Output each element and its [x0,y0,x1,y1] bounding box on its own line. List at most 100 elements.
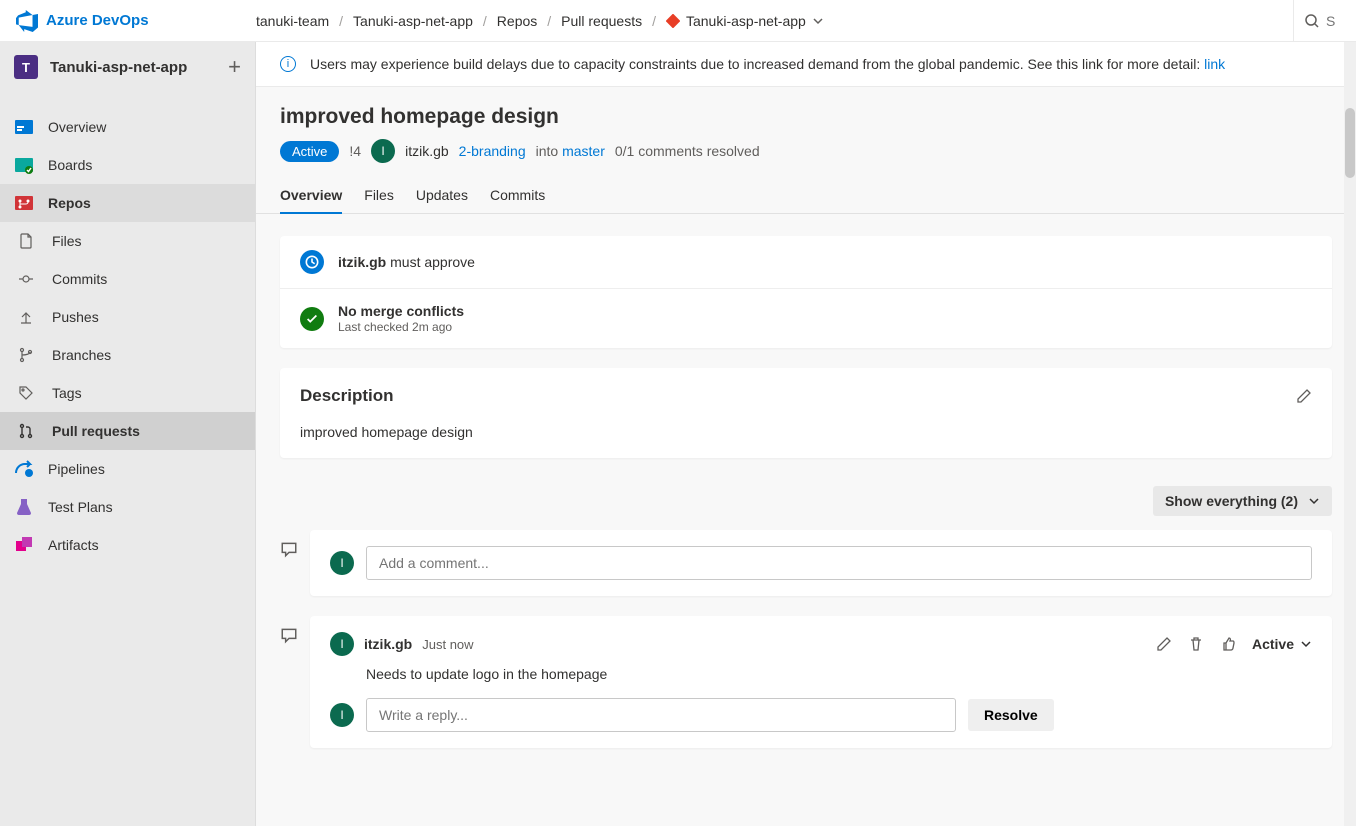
top-bar: Azure DevOps tanuki-team / Tanuki-asp-ne… [0,0,1356,42]
tab-files[interactable]: Files [364,179,394,213]
logo-section[interactable]: Azure DevOps [0,10,256,32]
resolve-button[interactable]: Resolve [968,699,1054,731]
sidebar-item-boards[interactable]: Boards [0,146,255,184]
sidebar-item-artifacts[interactable]: Artifacts [0,526,255,564]
sidebar-item-files[interactable]: Files [0,222,255,260]
comment-body: Needs to update logo in the homepage [366,666,1312,682]
scrollbar[interactable] [1344,42,1356,826]
comment-author-avatar[interactable]: I [330,632,354,656]
pr-author: itzik.gb [405,143,449,159]
comment-actions: Active [1156,636,1312,652]
comment-thread: I itzik.gb Just now Active [280,616,1332,748]
content: itzik.gb must approve No merge conflicts… [256,214,1356,790]
main-content: i Users may experience build delays due … [256,42,1356,826]
branches-icon [16,345,36,365]
filter-dropdown[interactable]: Show everything (2) [1153,486,1332,516]
description-card: Description improved homepage design [280,368,1332,458]
alert-link[interactable]: link [1204,56,1225,72]
status-row-approval: itzik.gb must approve [280,236,1332,288]
edit-description-icon[interactable] [1296,388,1312,404]
status-card: itzik.gb must approve No merge conflicts… [280,236,1332,348]
target-branch-link[interactable]: master [562,143,605,159]
checkmark-icon [300,307,324,331]
info-icon: i [280,56,296,72]
search-top[interactable] [1293,0,1356,41]
tab-overview[interactable]: Overview [280,179,342,213]
edit-comment-icon[interactable] [1156,636,1172,652]
breadcrumb-repos[interactable]: Repos [497,13,537,29]
sidebar-item-repos[interactable]: Repos [0,184,255,222]
alert-text: Users may experience build delays due to… [310,56,1225,72]
overview-icon [14,117,34,137]
repo-selector[interactable]: Tanuki-asp-net-app [666,13,824,29]
pull-request-icon [16,421,36,441]
source-branch-link[interactable]: 2-branding [459,143,526,159]
like-comment-icon[interactable] [1220,636,1236,652]
sidebar: T Tanuki-asp-net-app + Overview Boards R… [0,42,256,826]
comment-card: I itzik.gb Just now Active [310,616,1332,748]
project-row: T Tanuki-asp-net-app + [0,42,255,92]
approval-text: itzik.gb must approve [338,254,475,270]
sidebar-item-pull-requests[interactable]: Pull requests [0,412,255,450]
project-badge: T [14,55,38,79]
sidebar-item-test-plans[interactable]: Test Plans [0,488,255,526]
pr-tabs: Overview Files Updates Commits [256,179,1356,214]
chevron-down-icon [1300,638,1312,650]
breadcrumb-project[interactable]: Tanuki-asp-net-app [353,13,473,29]
status-row-merge: No merge conflicts Last checked 2m ago [280,288,1332,348]
description-heading: Description [300,386,394,406]
alert-banner: i Users may experience build delays due … [256,42,1356,87]
reply-input[interactable] [366,698,956,732]
plus-icon[interactable]: + [228,54,241,80]
product-title: Azure DevOps [46,12,149,29]
artifacts-icon [14,535,34,555]
breadcrumb-pullrequests[interactable]: Pull requests [561,13,642,29]
pr-header: improved homepage design Active !4 I itz… [256,87,1356,163]
sidebar-item-overview[interactable]: Overview [0,108,255,146]
comment-author: itzik.gb [364,636,412,652]
comment-time: Just now [422,637,473,652]
repo-diamond-icon [666,14,680,28]
search-input[interactable] [1326,13,1346,29]
pr-meta: Active !4 I itzik.gb 2-branding into mas… [280,139,1332,163]
project-switcher[interactable]: T Tanuki-asp-net-app [14,55,187,79]
filter-row: Show everything (2) [280,486,1332,516]
sidebar-item-pipelines[interactable]: Pipelines [0,450,255,488]
azure-devops-logo-icon [16,10,38,32]
pipelines-icon [14,459,34,479]
merge-status-title: No merge conflicts [338,303,464,319]
project-name: Tanuki-asp-net-app [50,59,187,76]
add-comment-input[interactable] [366,546,1312,580]
chevron-down-icon [1308,495,1320,507]
pr-id: !4 [349,143,361,159]
test-plans-icon [14,497,34,517]
author-avatar[interactable]: I [371,139,395,163]
into-text: into master [536,143,605,159]
files-icon [16,231,36,251]
delete-comment-icon[interactable] [1188,636,1204,652]
description-body: improved homepage design [300,424,1312,440]
merge-status-sub: Last checked 2m ago [338,320,464,334]
clock-icon [300,250,324,274]
commits-icon [16,269,36,289]
comments-resolved: 0/1 comments resolved [615,143,760,159]
tab-updates[interactable]: Updates [416,179,468,213]
sidebar-item-commits[interactable]: Commits [0,260,255,298]
repos-icon [14,193,34,213]
sidebar-item-pushes[interactable]: Pushes [0,298,255,336]
chevron-down-icon [812,15,824,27]
pushes-icon [16,307,36,327]
sidebar-item-tags[interactable]: Tags [0,374,255,412]
scrollbar-thumb[interactable] [1345,108,1355,178]
breadcrumb-org[interactable]: tanuki-team [256,13,329,29]
status-badge: Active [280,141,339,162]
comment-thread-icon [280,626,298,644]
reply-avatar: I [330,703,354,727]
current-user-avatar: I [330,551,354,575]
tab-commits[interactable]: Commits [490,179,545,213]
comment-thread-icon [280,540,298,558]
search-icon [1304,13,1320,29]
comment-status-dropdown[interactable]: Active [1252,636,1312,652]
add-comment-thread: I [280,530,1332,596]
sidebar-item-branches[interactable]: Branches [0,336,255,374]
